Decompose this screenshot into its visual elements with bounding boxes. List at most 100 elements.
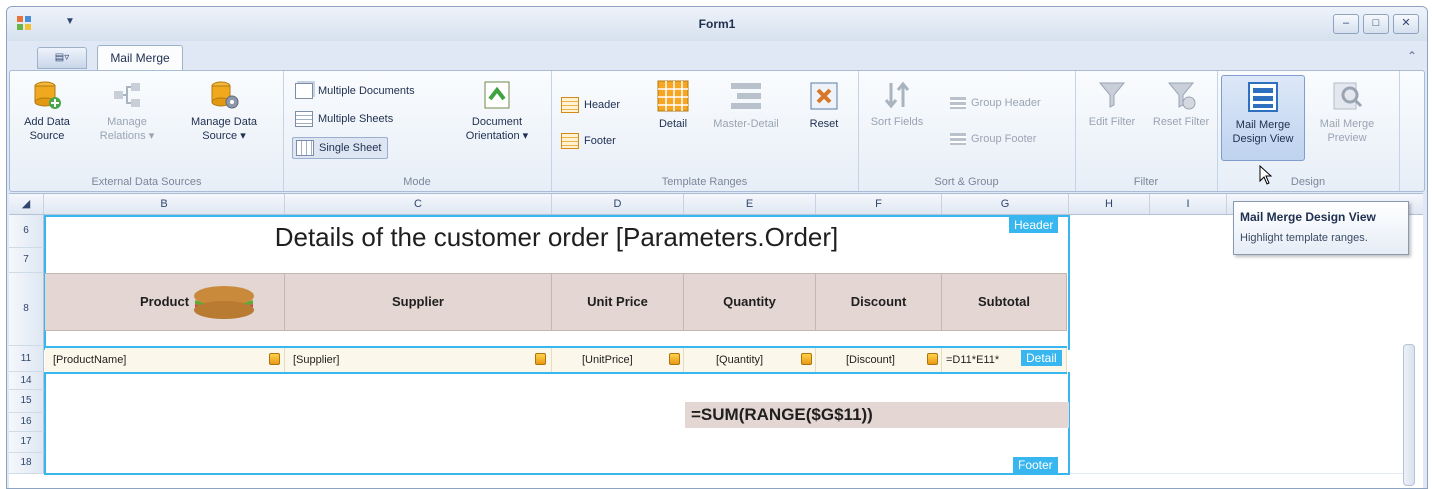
multiple-documents-label: Multiple Documents <box>318 85 415 97</box>
row-header-15[interactable]: 15 <box>9 390 44 413</box>
product-header-label: Product <box>139 294 190 309</box>
application-window: ▼ Form1 – □ ✕ ▤▿ Mail Merge ⌃ Add Data S… <box>6 6 1428 489</box>
title-bar: ▼ Form1 – □ ✕ <box>7 7 1427 41</box>
reset-filter-icon <box>1167 82 1196 110</box>
manage-relations-button[interactable]: Manage Relations ▾ <box>90 79 164 143</box>
quantity-field: [Quantity] <box>716 354 764 366</box>
detail-row: [ProductName] [Supplier] [UnitPrice] [Qu… <box>45 346 1067 374</box>
row-header-18[interactable]: 18 <box>9 453 44 474</box>
field-marker-icon <box>269 353 280 365</box>
design-view-icon <box>1248 82 1278 112</box>
tab-mail-merge[interactable]: Mail Merge <box>97 45 183 71</box>
sort-fields-button[interactable]: Sort Fields <box>862 79 932 129</box>
header-row: Product Supplier Unit Price Quantity Dis… <box>45 273 1067 331</box>
column-header-g[interactable]: G <box>942 194 1069 214</box>
header-cell-unit-price[interactable]: Unit Price <box>552 274 684 330</box>
subtotal-formula: =D11*E11* <box>946 354 1000 366</box>
group-header-icon <box>950 97 966 109</box>
single-sheet-option[interactable]: Single Sheet <box>292 137 389 159</box>
row-header-16[interactable]: 16 <box>9 413 44 432</box>
vertical-scrollbar[interactable] <box>1403 344 1415 486</box>
group-label-design: Design <box>1290 176 1326 188</box>
relations-icon <box>114 83 140 107</box>
detail-cell-discount[interactable]: [Discount] <box>816 348 942 372</box>
edit-filter-label: Edit Filter <box>1088 116 1136 128</box>
single-sheet-label: Single Sheet <box>319 142 382 154</box>
footer-label: Footer <box>584 135 616 147</box>
master-detail-icon <box>731 83 761 109</box>
tooltip-title: Mail Merge Design View <box>1240 210 1376 224</box>
detail-range-tag: Detail <box>1021 350 1062 366</box>
maximize-button[interactable]: □ <box>1363 14 1389 34</box>
column-header-c[interactable]: C <box>285 194 552 214</box>
group-filter: Edit Filter Reset Filter Filter <box>1075 71 1218 191</box>
mail-merge-design-view-button[interactable]: Mail Merge Design View <box>1221 75 1305 161</box>
row-header-8[interactable]: 8 <box>9 273 44 346</box>
preview-icon <box>1333 82 1363 110</box>
sandwich-image <box>194 286 254 319</box>
column-header-e[interactable]: E <box>684 194 816 214</box>
sum-formula-cell[interactable]: =SUM(RANGE($G$11)) <box>685 402 1069 428</box>
master-detail-button[interactable]: Master-Detail <box>707 79 785 131</box>
reset-label: Reset <box>809 118 839 130</box>
header-cell-quantity[interactable]: Quantity <box>684 274 816 330</box>
row-header-6[interactable]: 6 <box>9 215 44 248</box>
mail-merge-preview-button[interactable]: Mail Merge Preview <box>1311 79 1383 145</box>
sort-icon <box>884 81 910 109</box>
multiple-sheets-option[interactable]: Multiple Sheets <box>295 111 393 127</box>
row-header-7[interactable]: 7 <box>9 248 44 273</box>
field-marker-icon <box>535 353 546 365</box>
minimize-button[interactable]: – <box>1333 14 1359 34</box>
select-all-corner[interactable]: ◢ <box>9 194 44 214</box>
sheets-icon <box>295 111 313 127</box>
field-marker-icon <box>801 353 812 365</box>
header-cell-product[interactable]: Product <box>45 274 285 330</box>
detail-cell-supplier[interactable]: [Supplier] <box>285 348 552 372</box>
reset-filter-button[interactable]: Reset Filter <box>1151 79 1211 129</box>
group-label-external-data-sources: External Data Sources <box>91 176 202 188</box>
detail-cell-quantity[interactable]: [Quantity] <box>684 348 816 372</box>
detail-range-button[interactable]: Detail <box>651 79 695 131</box>
add-data-source-label: Add Data Source <box>24 116 70 142</box>
multiple-sheets-label: Multiple Sheets <box>318 113 394 125</box>
collapse-ribbon-icon[interactable]: ⌃ <box>1407 49 1417 63</box>
row-header-11[interactable]: 11 <box>9 346 44 372</box>
row-header-14[interactable]: 14 <box>9 372 44 390</box>
tooltip-body: Highlight template ranges. <box>1240 232 1368 244</box>
manage-data-source-button[interactable]: Manage Data Source ▾ <box>178 79 270 143</box>
column-header-i[interactable]: I <box>1150 194 1227 214</box>
product-name-field: [ProductName] <box>53 354 127 366</box>
row-header-17[interactable]: 17 <box>9 432 44 453</box>
spreadsheet[interactable]: ◢ B C D E F G H I 6 7 8 11 14 15 16 17 1… <box>9 193 1423 488</box>
column-header-d[interactable]: D <box>552 194 684 214</box>
header-cell-subtotal[interactable]: Subtotal <box>942 274 1067 330</box>
column-header-b[interactable]: B <box>44 194 285 214</box>
file-tab[interactable]: ▤▿ <box>37 47 87 69</box>
group-footer-button[interactable]: Group Footer <box>950 133 1036 145</box>
edit-filter-button[interactable]: Edit Filter <box>1081 79 1143 129</box>
document-orientation-button[interactable]: Document Orientation ▾ <box>453 79 541 143</box>
group-label-template-ranges: Template Ranges <box>661 176 748 188</box>
orientation-icon <box>484 81 510 109</box>
multiple-documents-option[interactable]: Multiple Documents <box>295 83 415 99</box>
column-headers: ◢ B C D E F G H I <box>9 194 1423 215</box>
group-footer-label: Group Footer <box>971 133 1037 145</box>
close-button[interactable]: ✕ <box>1393 14 1419 34</box>
field-marker-icon <box>927 353 938 365</box>
add-data-source-button[interactable]: Add Data Source <box>14 79 80 143</box>
report-title-cell[interactable]: Details of the customer order [Parameter… <box>45 216 1068 258</box>
detail-cell-unit-price[interactable]: [UnitPrice] <box>552 348 684 372</box>
reset-ranges-button[interactable]: Reset <box>801 79 847 131</box>
group-header-button[interactable]: Group Header <box>950 97 1041 109</box>
header-cell-discount[interactable]: Discount <box>816 274 942 330</box>
column-header-f[interactable]: F <box>816 194 942 214</box>
header-range-button[interactable]: Header <box>561 97 620 113</box>
group-external-data-sources: Add Data Source Manage Relations ▾ Manag… <box>10 71 284 191</box>
add-database-icon <box>34 81 61 109</box>
column-header-h[interactable]: H <box>1069 194 1150 214</box>
footer-range-button[interactable]: Footer <box>561 133 616 149</box>
header-label: Header <box>584 99 621 111</box>
detail-cell-product-name[interactable]: [ProductName] <box>45 348 285 372</box>
design-view-label: Mail Merge Design View <box>1232 119 1294 145</box>
header-cell-supplier[interactable]: Supplier <box>285 274 552 330</box>
